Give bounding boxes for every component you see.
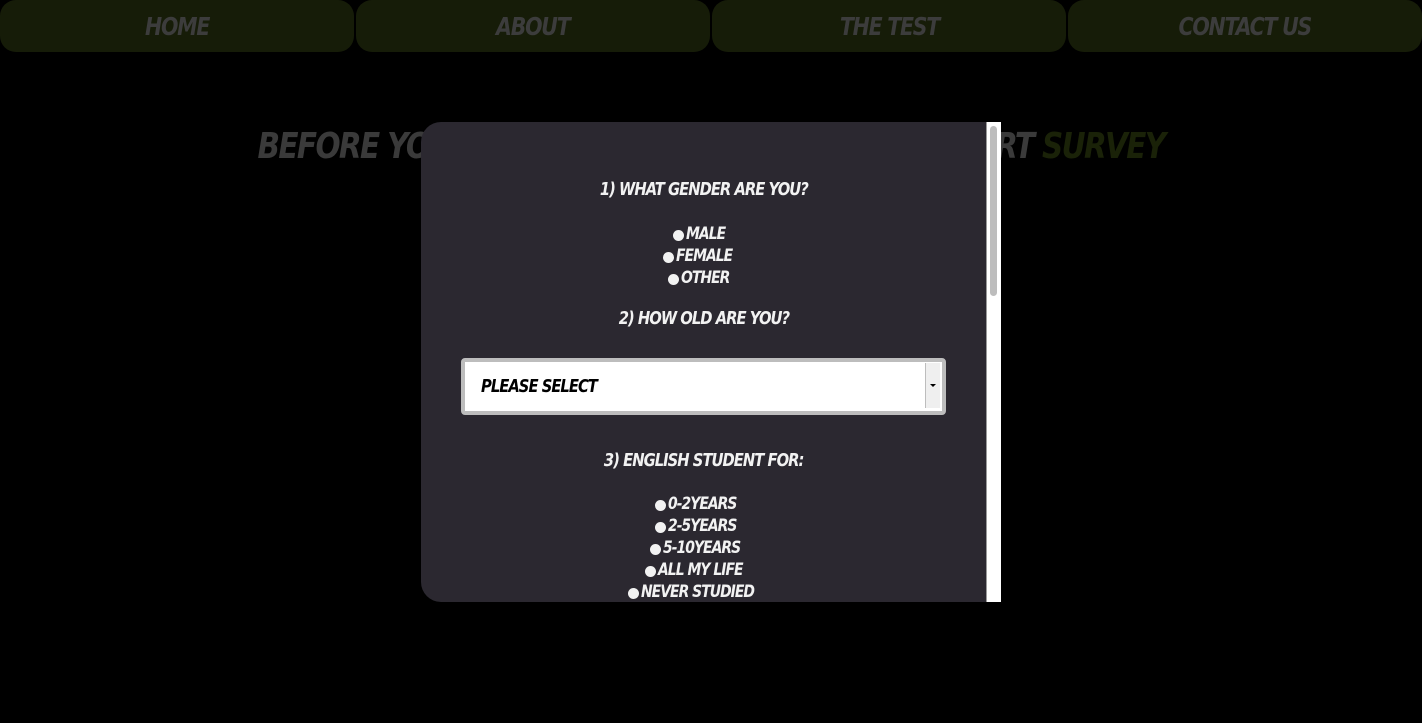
- option-female-label: FEMALE: [675, 246, 733, 266]
- nav-the-test[interactable]: THE TEST: [712, 0, 1066, 52]
- option-never-studied[interactable]: NEVER STUDIED: [421, 581, 986, 602]
- nav-contact-us[interactable]: CONTACT US: [1068, 0, 1422, 52]
- heading-accent: SURVEY: [1041, 126, 1166, 167]
- option-other-label: OTHER: [680, 268, 730, 288]
- option-male[interactable]: MALE: [421, 223, 986, 247]
- question-age: 2) HOW OLD ARE YOU?: [421, 308, 986, 329]
- heading-text-left: BEFORE YO: [257, 126, 431, 167]
- age-select-value: PLEASE SELECT: [481, 376, 598, 397]
- option-5-10years-label: 5-10YEARS: [662, 538, 741, 558]
- heading-text-right: RT: [995, 126, 1042, 167]
- radio-never-studied[interactable]: [628, 588, 640, 599]
- option-female[interactable]: FEMALE: [421, 245, 986, 269]
- question-gender: 1) WHAT GENDER ARE YOU?: [421, 179, 986, 200]
- option-0-2years[interactable]: 0-2YEARS: [421, 493, 986, 517]
- modal-scrollbar[interactable]: [986, 122, 1001, 602]
- radio-0-2years[interactable]: [655, 500, 667, 511]
- nav-about-label: ABOUT: [496, 11, 571, 41]
- option-0-2years-label: 0-2YEARS: [668, 494, 737, 514]
- radio-2-5years[interactable]: [655, 522, 667, 533]
- radio-5-10years[interactable]: [649, 544, 661, 555]
- question-english-label: 3) ENGLISH STUDENT FOR:: [603, 450, 805, 471]
- nav-contact-us-label: CONTACT US: [1178, 11, 1313, 41]
- nav-home-label: HOME: [144, 11, 210, 41]
- question-english: 3) ENGLISH STUDENT FOR:: [421, 450, 986, 471]
- age-select-arrow[interactable]: [925, 363, 940, 408]
- radio-all-my-life[interactable]: [645, 566, 657, 577]
- nav-the-test-label: THE TEST: [839, 11, 939, 41]
- question-gender-label: 1) WHAT GENDER ARE YOU?: [599, 179, 808, 200]
- radio-other[interactable]: [667, 274, 679, 285]
- scrollbar-thumb[interactable]: [990, 126, 997, 296]
- option-never-studied-label: NEVER STUDIED: [641, 582, 755, 602]
- chevron-down-icon: [930, 384, 936, 387]
- top-navigation: HOME ABOUT THE TEST CONTACT US: [0, 0, 1422, 52]
- radio-female[interactable]: [662, 252, 674, 263]
- option-other[interactable]: OTHER: [421, 267, 986, 291]
- option-5-10years[interactable]: 5-10YEARS: [421, 537, 986, 561]
- radio-male[interactable]: [673, 230, 685, 241]
- question-age-label: 2) HOW OLD ARE YOU?: [618, 308, 789, 329]
- option-all-my-life[interactable]: ALL MY LIFE: [421, 559, 986, 583]
- survey-content: 1) WHAT GENDER ARE YOU? MALE FEMALE OTHE…: [421, 122, 986, 602]
- option-male-label: MALE: [686, 224, 726, 244]
- nav-home[interactable]: HOME: [0, 0, 354, 52]
- age-select[interactable]: PLEASE SELECT: [461, 358, 946, 415]
- survey-modal: 1) WHAT GENDER ARE YOU? MALE FEMALE OTHE…: [421, 122, 1001, 602]
- option-2-5years[interactable]: 2-5YEARS: [421, 515, 986, 539]
- option-2-5years-label: 2-5YEARS: [668, 516, 737, 536]
- nav-about[interactable]: ABOUT: [356, 0, 710, 52]
- option-all-my-life-label: ALL MY LIFE: [658, 560, 744, 580]
